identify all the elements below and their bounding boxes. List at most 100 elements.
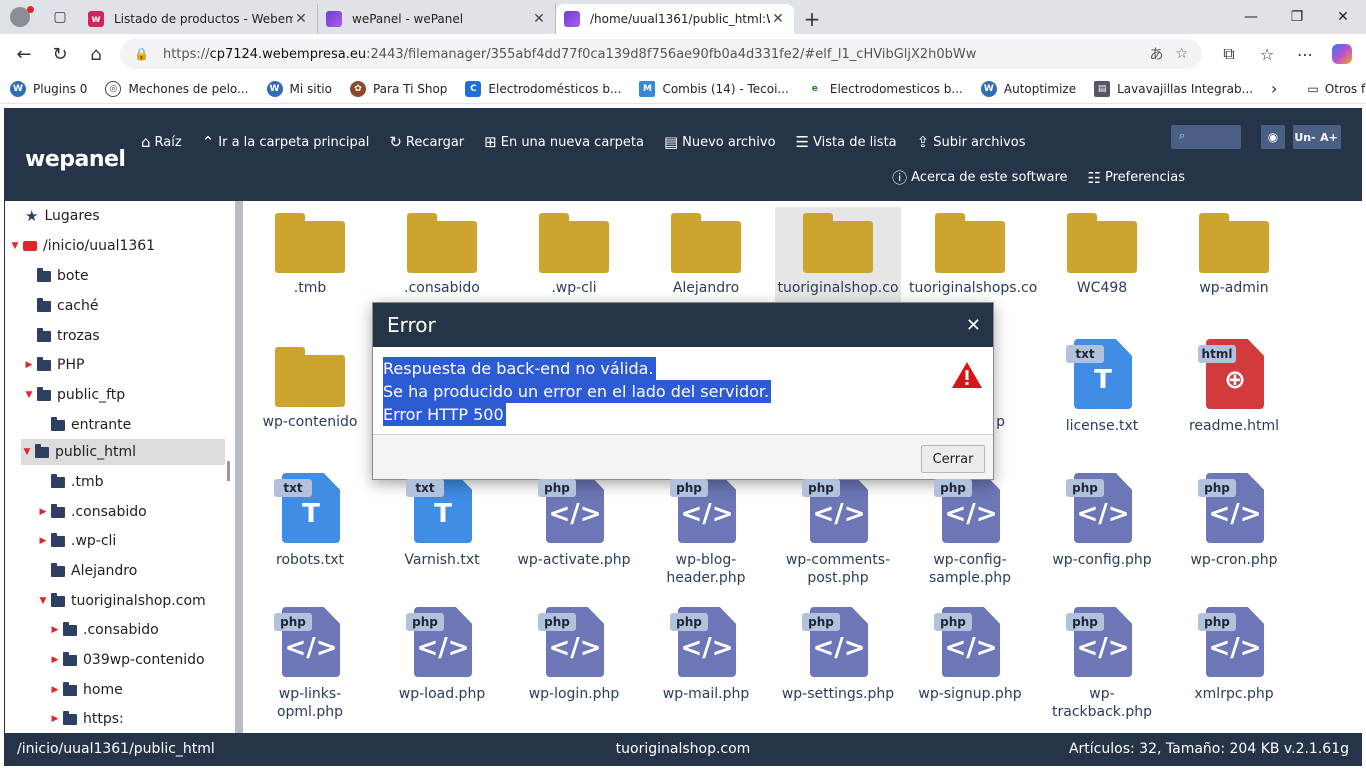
other-favorites[interactable]: ▭ Otros favoritos bbox=[1307, 82, 1366, 96]
file-item[interactable]: php </> wp-mail.php bbox=[643, 603, 769, 703]
reload-icon[interactable]: ↻ bbox=[42, 38, 78, 70]
splitter[interactable] bbox=[235, 201, 243, 733]
go-parent-button[interactable]: ⌃ Ir a la carpeta principal bbox=[202, 133, 370, 151]
folder-item[interactable]: .wp-cli bbox=[511, 207, 637, 297]
bookmark-item[interactable]: e Electrodomesticos b... bbox=[806, 80, 963, 97]
tree-item[interactable]: entrante bbox=[37, 412, 131, 438]
file-item[interactable]: php </> wp-trackback.php bbox=[1039, 603, 1165, 721]
bookmark-item[interactable]: ▤ Lavavajillas Integrab... bbox=[1094, 80, 1253, 97]
file-item[interactable]: php </> xmlrpc.php bbox=[1171, 603, 1297, 703]
tree-item[interactable]: ▶ .wp-cli bbox=[37, 528, 116, 554]
bookmark-item[interactable]: W Autoptimize bbox=[980, 80, 1076, 97]
root-button[interactable]: ⌂ Raíz bbox=[141, 133, 182, 151]
folder-item[interactable]: WC498 bbox=[1039, 207, 1165, 297]
bookmark-item[interactable]: ◎ Mechones de pelo... bbox=[105, 80, 249, 97]
tree-item[interactable]: trozas bbox=[23, 323, 100, 349]
tree-resize-handle[interactable] bbox=[227, 201, 231, 733]
tree-item[interactable]: .tmb bbox=[37, 469, 103, 495]
close-button[interactable]: Cerrar bbox=[921, 445, 985, 473]
file-item[interactable]: php </> wp-login.php bbox=[511, 603, 637, 703]
tree-item-selected[interactable]: ▼ public_html bbox=[21, 439, 225, 465]
new-file-button[interactable]: ▤ Nuevo archivo bbox=[664, 133, 776, 151]
folder-item-hover[interactable]: tuoriginalshop.co bbox=[775, 207, 901, 311]
tree-item[interactable]: ▼ tuoriginalshop.com bbox=[37, 588, 206, 614]
eye-icon[interactable]: ◉ bbox=[1261, 125, 1285, 149]
file-item[interactable]: txt Tlicense.txt bbox=[1039, 335, 1165, 435]
bookmark-item[interactable]: ✿ Para Ti Shop bbox=[349, 80, 447, 97]
folder-item[interactable]: Alejandro bbox=[643, 207, 769, 297]
close-icon[interactable]: ✕ bbox=[531, 11, 547, 27]
expanded-arrow-icon[interactable]: ▼ bbox=[21, 447, 33, 457]
restore-icon[interactable]: ❐ bbox=[1274, 0, 1320, 34]
tree-item[interactable]: ▶ https: bbox=[49, 706, 124, 732]
translate-icon[interactable]: あ bbox=[1149, 44, 1163, 64]
back-icon[interactable]: ← bbox=[6, 38, 42, 70]
close-window-icon[interactable]: ✕ bbox=[1320, 0, 1366, 34]
collapsed-arrow-icon[interactable]: ▶ bbox=[49, 685, 61, 695]
list-view-button[interactable]: ☰ Vista de lista bbox=[796, 133, 897, 151]
file-item[interactable]: php </> wp-signup.php bbox=[907, 603, 1033, 703]
about-button[interactable]: ⓘ Acerca de este software bbox=[892, 167, 1067, 188]
search-input[interactable]: ⌕ bbox=[1171, 125, 1241, 149]
file-item[interactable]: php </> wp-config-sample.php bbox=[907, 469, 1033, 587]
tree-item[interactable]: ▶ .consabido bbox=[37, 499, 147, 525]
tree-item[interactable]: ▶ PHP bbox=[23, 352, 84, 378]
tree-places[interactable]: ★ Lugares bbox=[25, 203, 100, 229]
collapsed-arrow-icon[interactable]: ▶ bbox=[49, 625, 61, 635]
collapsed-arrow-icon[interactable]: ▶ bbox=[23, 360, 35, 370]
file-item[interactable]: php </> wp-settings.php bbox=[775, 603, 901, 703]
expanded-arrow-icon[interactable]: ▼ bbox=[23, 390, 35, 400]
folder-item[interactable]: wp-admin bbox=[1171, 207, 1297, 297]
favorite-star-icon[interactable]: ☆ bbox=[1175, 46, 1188, 62]
collapsed-arrow-icon[interactable]: ▶ bbox=[49, 655, 61, 665]
folder-item[interactable]: .tmb bbox=[247, 207, 373, 297]
site-info-icon[interactable]: 🔒 bbox=[134, 47, 149, 61]
file-item[interactable]: html ⊕ readme.html bbox=[1171, 335, 1297, 435]
tree-item[interactable]: ▶ home bbox=[49, 677, 123, 703]
font-larger-button[interactable]: A+ bbox=[1317, 125, 1341, 149]
file-item[interactable]: php </> wp-blog-header.php bbox=[643, 469, 769, 587]
file-item[interactable]: php </> wp-load.php bbox=[379, 603, 505, 703]
bookmark-item[interactable]: W Mi sitio bbox=[266, 80, 332, 97]
close-icon[interactable]: ✕ bbox=[293, 11, 309, 27]
file-item[interactable]: php </> wp-cron.php bbox=[1171, 469, 1297, 569]
file-item[interactable]: php </> wp-links-opml.php bbox=[247, 603, 373, 721]
close-icon[interactable]: ✕ bbox=[770, 11, 786, 27]
copilot-icon[interactable] bbox=[1332, 44, 1352, 64]
tab-wepanel[interactable]: wePanel - wePanel ✕ bbox=[318, 4, 556, 34]
home-icon[interactable]: ⌂ bbox=[78, 38, 114, 70]
file-item[interactable]: php </> wp-activate.php bbox=[511, 469, 637, 569]
tab-filemanager[interactable]: /home/uual1361/public_html:WeP✕ bbox=[556, 4, 794, 34]
file-item[interactable]: php </> wp-config.php bbox=[1039, 469, 1165, 569]
url-bar[interactable]: 🔒 https://cp7124.webempresa.eu:2443/file… bbox=[120, 39, 1202, 69]
folder-item[interactable]: wp-contenido bbox=[247, 341, 373, 431]
chevron-right-icon[interactable]: › bbox=[1271, 79, 1277, 98]
font-smaller-button[interactable]: Un- bbox=[1293, 125, 1317, 149]
tree-item[interactable]: ▶ 039wp-contenido bbox=[49, 647, 205, 673]
file-item[interactable]: php </> wp-comments-post.php bbox=[775, 469, 901, 587]
reload-button[interactable]: ↻ Recargar bbox=[389, 133, 464, 151]
file-item[interactable]: txt T Varnish.txt bbox=[379, 469, 505, 569]
profile-button[interactable] bbox=[0, 0, 40, 34]
bookmark-item[interactable]: W Plugins 0 bbox=[10, 80, 87, 97]
tree-item-home[interactable]: ▼ /inicio/uual1361 bbox=[9, 233, 156, 259]
tree-item[interactable]: Alejandro bbox=[37, 558, 137, 584]
tab-actions-icon[interactable]: ▢ bbox=[40, 0, 80, 34]
folder-item[interactable]: tuoriginalshops.co bbox=[907, 207, 1037, 297]
tree-item[interactable]: bote bbox=[23, 263, 89, 289]
collapsed-arrow-icon[interactable]: ▶ bbox=[37, 536, 49, 546]
new-tab-button[interactable]: + bbox=[794, 4, 830, 34]
collapsed-arrow-icon[interactable]: ▶ bbox=[37, 507, 49, 517]
preferences-button[interactable]: ☷ Preferencias bbox=[1088, 167, 1186, 188]
tree-item[interactable]: ▼ public_ftp bbox=[23, 382, 125, 408]
collapsed-arrow-icon[interactable]: ▶ bbox=[49, 714, 61, 724]
bookmark-item[interactable]: M Combis (14) - Tecoi... bbox=[639, 80, 789, 97]
tree-item[interactable]: caché bbox=[23, 293, 98, 319]
tab-listado[interactable]: w Listado de productos - Webempre✕ bbox=[80, 4, 318, 34]
more-menu-icon[interactable]: ⋯ bbox=[1286, 45, 1324, 64]
new-folder-button[interactable]: ⊞ En una nueva carpeta bbox=[484, 133, 644, 151]
folder-item[interactable]: .consabido bbox=[379, 207, 505, 297]
close-icon[interactable]: ✕ bbox=[966, 315, 981, 336]
bookmark-item[interactable]: C Electrodomésticos b... bbox=[465, 80, 621, 97]
tree-item[interactable]: ▶ .consabido bbox=[49, 617, 159, 643]
